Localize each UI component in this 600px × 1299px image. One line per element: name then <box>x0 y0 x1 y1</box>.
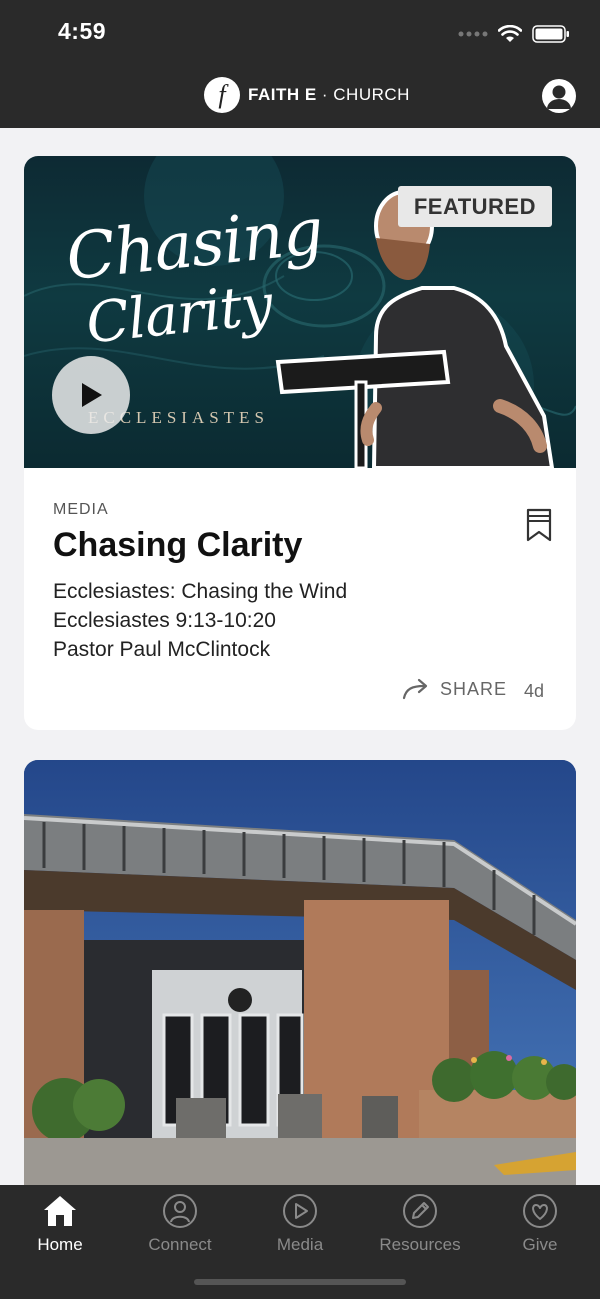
tab-connect[interactable]: Connect <box>120 1185 240 1265</box>
share-button[interactable]: SHARE <box>402 678 507 700</box>
tab-media[interactable]: Media <box>240 1185 360 1265</box>
home-icon <box>44 1196 76 1226</box>
share-icon <box>402 678 428 700</box>
church-building-card[interactable] <box>24 760 576 1200</box>
status-bar: 4:59 <box>0 0 600 64</box>
app-header: f FAITH E · CHURCH <box>0 64 600 128</box>
play-icon <box>283 1194 317 1228</box>
play-button[interactable] <box>52 356 130 434</box>
signal-icon <box>458 31 488 37</box>
person-icon <box>163 1194 197 1228</box>
heart-icon <box>523 1194 557 1228</box>
tab-media-label: Media <box>276 1235 324 1254</box>
church-building-photo <box>24 760 576 1200</box>
tab-home[interactable]: Home <box>0 1185 120 1265</box>
logo-wordmark: FAITH E · CHURCH <box>248 85 410 105</box>
brand-separator: · <box>316 85 334 104</box>
brand-bold: FAITH E <box>248 85 317 104</box>
tab-home-label: Home <box>37 1235 83 1254</box>
share-label: SHARE <box>440 678 508 699</box>
post-age: 4d <box>524 681 545 701</box>
scripture-reference: Ecclesiastes 9:13-10:20 <box>53 609 276 632</box>
tab-resources-label: Resources <box>379 1235 461 1254</box>
battery-icon <box>532 25 569 43</box>
logo-mark: f <box>204 77 240 113</box>
sermon-series: Ecclesiastes: Chasing the Wind <box>53 580 348 603</box>
sermon-artwork[interactable]: Chasing Clarity ECCLESIASTES FEATURED <box>24 156 576 468</box>
status-icons <box>458 22 570 46</box>
bookmark-button[interactable] <box>526 508 552 547</box>
profile-icon <box>547 85 571 109</box>
content-type-label: MEDIA <box>53 501 109 518</box>
tab-give[interactable]: Give <box>480 1185 600 1265</box>
tab-resources[interactable]: Resources <box>360 1185 480 1265</box>
profile-button[interactable] <box>542 79 576 113</box>
status-time: 4:59 <box>58 18 107 44</box>
tab-connect-label: Connect <box>148 1235 212 1254</box>
brand-rest: CHURCH <box>333 85 410 104</box>
wifi-icon <box>498 25 522 42</box>
home-indicator <box>194 1279 406 1285</box>
church-logo[interactable]: f FAITH E · CHURCH <box>204 77 410 113</box>
bookmark-icon <box>526 508 552 542</box>
featured-media-card[interactable]: Chasing Clarity ECCLESIASTES FEATURED ME… <box>24 156 576 730</box>
pencil-icon <box>403 1194 437 1228</box>
tab-give-label: Give <box>522 1235 558 1254</box>
play-icon <box>82 383 102 407</box>
card-title: Chasing Clarity <box>53 526 303 564</box>
featured-badge: FEATURED <box>397 186 552 227</box>
speaker-name: Pastor Paul McClintock <box>53 638 271 661</box>
